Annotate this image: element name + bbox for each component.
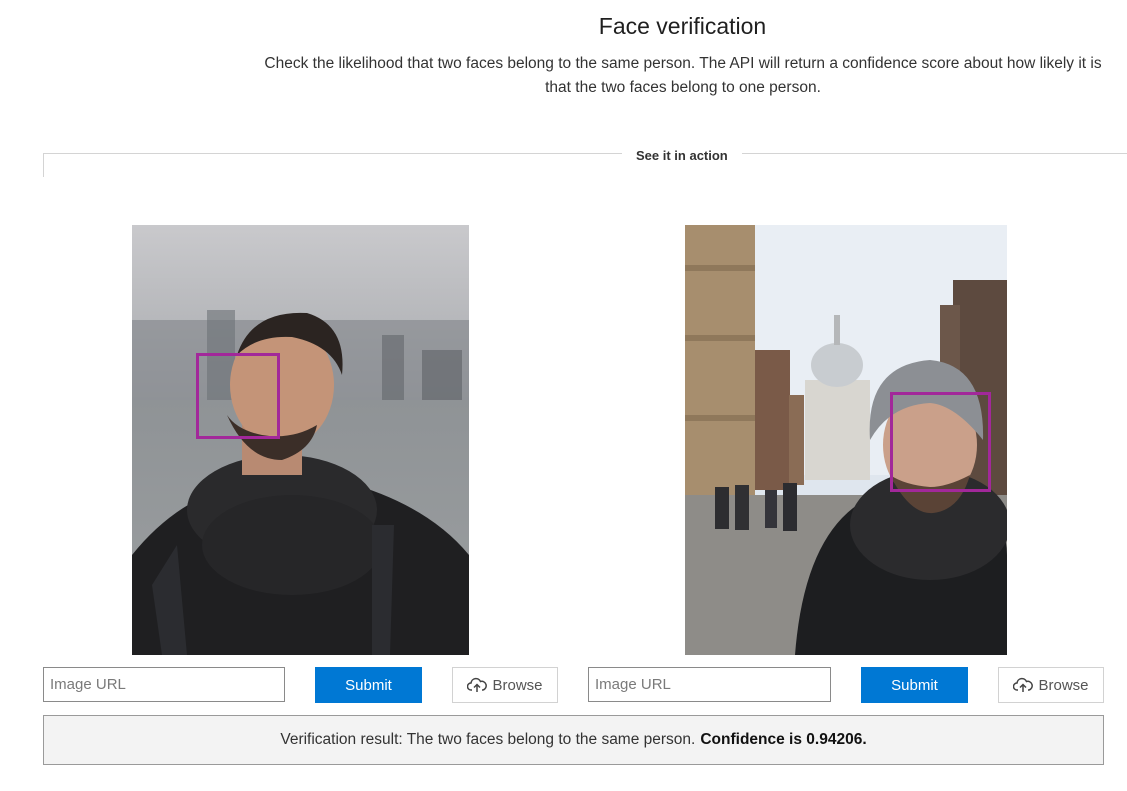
left-browse-button[interactable]: Browse — [452, 667, 558, 703]
verification-result-text: Verification result: The two faces belon… — [280, 731, 696, 748]
cloud-upload-icon — [467, 677, 488, 693]
left-image-url-input[interactable] — [43, 667, 285, 702]
section-label: See it in action — [622, 146, 742, 166]
page-title: Face verification — [598, 13, 767, 39]
right-face-detection-box — [890, 392, 991, 492]
confidence-score: Confidence is 0.94206. — [700, 731, 867, 748]
title-container: Face verification — [0, 10, 1127, 44]
section-divider — [43, 153, 1127, 154]
left-submit-button[interactable]: Submit — [315, 667, 422, 703]
cloud-upload-icon — [1013, 677, 1034, 693]
right-face-image — [685, 225, 1007, 655]
verification-result: Verification result: The two faces belon… — [43, 715, 1104, 765]
right-browse-label: Browse — [1038, 676, 1089, 694]
left-browse-label: Browse — [492, 676, 543, 694]
right-submit-button[interactable]: Submit — [861, 667, 968, 703]
left-face-image — [132, 225, 469, 655]
section-divider-tick — [43, 153, 44, 177]
right-browse-button[interactable]: Browse — [998, 667, 1104, 703]
right-image-url-input[interactable] — [588, 667, 831, 702]
page-description: Check the likelihood that two faces belo… — [264, 55, 1102, 96]
left-face-detection-box — [196, 353, 280, 439]
